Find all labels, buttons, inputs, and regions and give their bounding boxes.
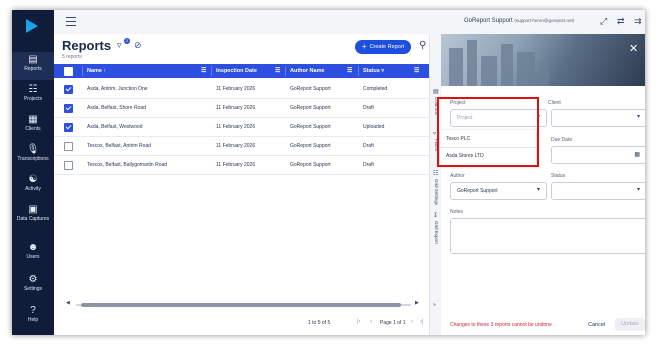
report-count: 5 reports bbox=[62, 54, 82, 60]
sidebar-item-transcriptions[interactable]: 🎙 Transcriptions bbox=[12, 142, 54, 170]
table-row[interactable]: Asda, Antrim, Junction One 11 February 2… bbox=[54, 80, 429, 99]
sidebar-item-help[interactable]: ? Help bbox=[12, 303, 54, 331]
column-divider bbox=[358, 66, 359, 76]
row-checkbox[interactable] bbox=[64, 104, 73, 113]
hamburger-menu-icon[interactable] bbox=[66, 17, 76, 26]
calendar-icon: ▦ bbox=[634, 152, 640, 158]
notes-label: Notes bbox=[450, 209, 464, 215]
projects-icon: ☷ bbox=[28, 84, 38, 95]
sort-ascending-icon: ↑ bbox=[103, 68, 107, 74]
sidebar-item-activity[interactable]: ☯ Activity bbox=[12, 172, 54, 200]
document-icon: ▤ bbox=[28, 54, 38, 65]
next-page-icon[interactable]: › bbox=[411, 319, 413, 325]
sidebar: ▤ Reports ☷ Projects ▦ Clients 🎙 Transcr… bbox=[12, 10, 54, 335]
cancel-button[interactable]: Cancel bbox=[588, 322, 605, 328]
sidebar-item-data-captures[interactable]: ▣ Data Captures bbox=[12, 202, 54, 236]
help-icon: ? bbox=[30, 305, 36, 316]
row-checkbox[interactable] bbox=[64, 142, 73, 151]
logout-icon[interactable]: ⇉ bbox=[634, 16, 642, 27]
row-checkbox[interactable] bbox=[64, 85, 73, 94]
user-info: GoReport Support (support-heron@goreport… bbox=[464, 18, 575, 24]
reports-main: Reports 5 reports ▿ 2 ⊘ + Create Report ⚲… bbox=[54, 34, 429, 335]
top-bar: GoReport Support (support-heron@goreport… bbox=[54, 10, 645, 35]
pagination: 1 to 5 of 5 |‹ ‹ Page 1 of 1 › ›| bbox=[54, 314, 429, 334]
column-header-author-name[interactable]: Author Name bbox=[290, 64, 325, 78]
previous-page-icon[interactable]: ‹ bbox=[370, 319, 372, 325]
filter-count-badge: 2 bbox=[124, 38, 130, 44]
filter-icon[interactable]: ▿ bbox=[117, 40, 122, 51]
author-label: Author bbox=[450, 173, 465, 179]
column-menu-icon[interactable]: ☰ bbox=[347, 64, 352, 78]
column-header-name[interactable]: Name ↑ bbox=[87, 64, 106, 78]
column-divider bbox=[211, 66, 212, 76]
status-select[interactable]: ▾ bbox=[551, 182, 645, 200]
create-report-button[interactable]: + Create Report bbox=[355, 40, 411, 54]
column-header-inspection-date[interactable]: Inspection Date bbox=[216, 64, 257, 78]
search-icon[interactable]: ⚲ bbox=[419, 40, 426, 51]
download-icon: ↧ bbox=[433, 213, 439, 219]
filter-icon: ▿ bbox=[381, 68, 385, 74]
chevron-down-icon: ▾ bbox=[536, 187, 540, 193]
table-row[interactable]: Asda, Belfast, Shore Road 11 February 20… bbox=[54, 99, 429, 118]
table-header: Name ↑ ☰ Inspection Date ☰ Author Name ☰… bbox=[54, 64, 429, 78]
plus-icon: + bbox=[361, 42, 367, 51]
fullscreen-icon[interactable]: ⤢ bbox=[600, 16, 607, 27]
sidebar-item-users[interactable]: ☻ Users bbox=[12, 240, 54, 268]
clear-filter-icon[interactable]: ⊘ bbox=[134, 40, 142, 51]
data-captures-icon: ▣ bbox=[28, 204, 38, 215]
page-indicator: Page 1 of 1 bbox=[380, 320, 406, 326]
clients-icon: ▦ bbox=[28, 114, 38, 125]
row-checkbox[interactable] bbox=[64, 123, 73, 132]
row-checkbox[interactable] bbox=[64, 161, 73, 170]
collapse-panel-icon[interactable]: » bbox=[433, 302, 436, 308]
client-label: Client bbox=[548, 100, 561, 106]
microphone-icon: 🎙 bbox=[26, 144, 40, 155]
users-icon: ☻ bbox=[27, 242, 39, 253]
grid-settings-icon: ☷ bbox=[433, 171, 439, 177]
column-divider bbox=[285, 66, 286, 76]
table-row[interactable]: Asda, Belfast, Westwood 11 February 2026… bbox=[54, 118, 429, 137]
due-date-field[interactable]: ▦ bbox=[551, 146, 645, 164]
table-row[interactable]: Tescos, Belfast, Antrim Road 11 February… bbox=[54, 137, 429, 156]
due-date-label: Due Date bbox=[551, 137, 573, 143]
sidebar-item-projects[interactable]: ☷ Projects bbox=[12, 82, 54, 110]
column-menu-icon[interactable]: ☰ bbox=[201, 64, 206, 78]
client-select[interactable]: ▾ bbox=[551, 109, 645, 127]
warning-text: Changes to these 3 reports cannot be und… bbox=[450, 322, 552, 328]
horizontal-scrollbar[interactable]: ◀ ▶ bbox=[66, 300, 421, 308]
column-divider bbox=[82, 66, 83, 76]
scroll-right-icon[interactable]: ▶ bbox=[415, 300, 419, 306]
update-button[interactable]: Update bbox=[615, 318, 645, 331]
select-all-checkbox[interactable] bbox=[64, 67, 73, 76]
chevron-down-icon: ▾ bbox=[636, 187, 640, 193]
header-image: ✕ bbox=[441, 34, 645, 86]
scrollbar-thumb[interactable] bbox=[81, 303, 401, 307]
row-range: 1 to 5 of 5 bbox=[308, 320, 331, 326]
highlight-box bbox=[437, 97, 539, 167]
column-header-status[interactable]: Status ▿ bbox=[363, 64, 384, 78]
column-menu-icon[interactable]: ☰ bbox=[275, 64, 280, 78]
sidebar-item-settings[interactable]: ⚙ Settings bbox=[12, 272, 54, 300]
last-page-icon[interactable]: ›| bbox=[420, 319, 424, 325]
chevron-down-icon: ▾ bbox=[636, 114, 640, 120]
sidebar-item-reports[interactable]: ▤ Reports bbox=[12, 52, 54, 80]
page-title: Reports bbox=[62, 38, 112, 53]
status-label: Status bbox=[551, 173, 566, 179]
language-icon[interactable]: ⇄ bbox=[617, 16, 625, 27]
filter-icon: ▿ bbox=[433, 131, 437, 137]
app-logo bbox=[26, 19, 38, 33]
activity-icon: ☯ bbox=[28, 174, 38, 185]
column-menu-icon[interactable]: ☰ bbox=[414, 64, 419, 78]
table-row[interactable]: Tescos, Belfast, Ballygomartin Road 11 F… bbox=[54, 156, 429, 175]
first-page-icon[interactable]: |‹ bbox=[357, 319, 361, 325]
notes-field[interactable] bbox=[450, 218, 645, 254]
bulk-edit-panel: ✕ Project Project ▾ Client ▾ Due Date ▦ … bbox=[441, 34, 645, 335]
close-icon[interactable]: ✕ bbox=[629, 42, 638, 55]
sidebar-item-clients[interactable]: ▦ Clients bbox=[12, 112, 54, 140]
app-window: ▤ Reports ☷ Projects ▦ Clients 🎙 Transcr… bbox=[12, 10, 645, 335]
author-select[interactable]: GoReport Support ▾ bbox=[450, 182, 547, 200]
gear-icon: ⚙ bbox=[28, 274, 38, 285]
scroll-left-icon[interactable]: ◀ bbox=[66, 300, 70, 306]
columns-icon: ▤ bbox=[433, 89, 439, 95]
